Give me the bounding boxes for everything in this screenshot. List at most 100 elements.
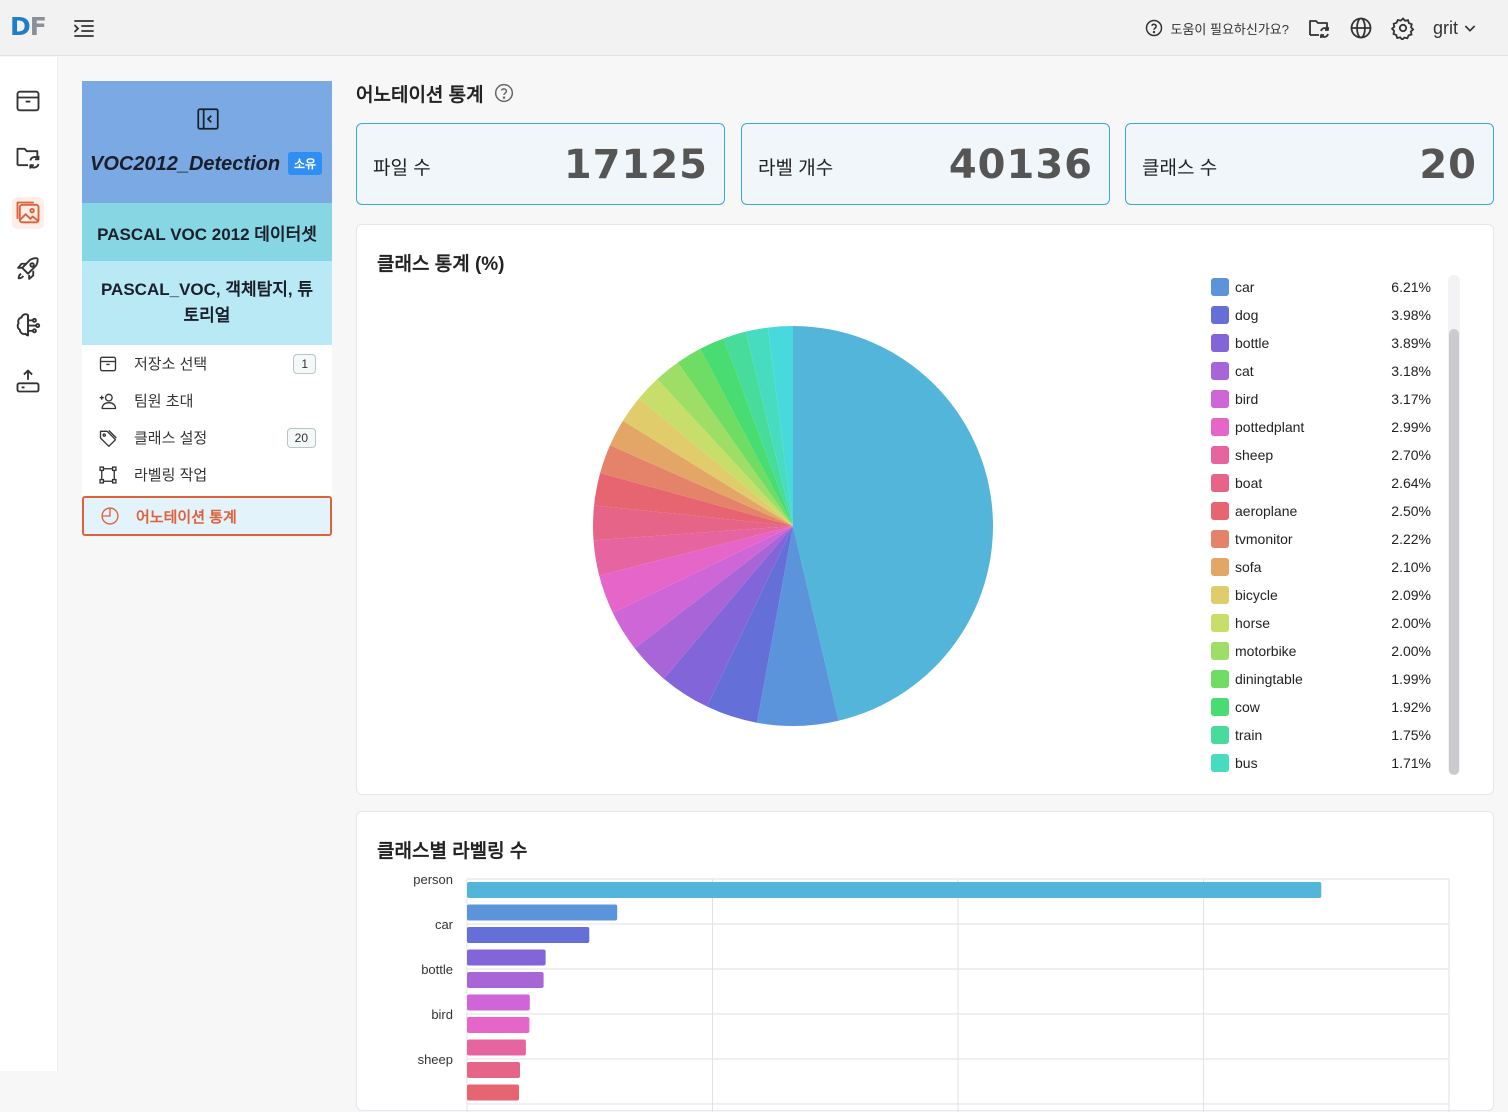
nav-folder-sync-icon[interactable] xyxy=(12,141,44,173)
legend-item-train[interactable]: train 1.75% xyxy=(1211,721,1447,749)
menu-item-stats[interactable]: 어노테이션 통계 xyxy=(82,496,332,536)
legend-percent: 3.89% xyxy=(1391,335,1431,351)
nav-archive-icon[interactable] xyxy=(12,85,44,117)
legend-label: bottle xyxy=(1235,335,1270,351)
bar-bird[interactable] xyxy=(467,1017,530,1033)
bar-row-9[interactable] xyxy=(467,1084,519,1101)
nav-upload-icon[interactable] xyxy=(12,365,44,397)
user-plus-icon xyxy=(99,393,117,409)
nav-images-icon[interactable] xyxy=(12,197,44,229)
legend-item-cat[interactable]: cat 3.18% xyxy=(1211,357,1447,385)
legend-item-horse[interactable]: horse 2.00% xyxy=(1211,609,1447,637)
legend-label: diningtable xyxy=(1235,671,1303,687)
labels-label: 라벨 개수 xyxy=(758,158,834,179)
legend-label: sheep xyxy=(1235,447,1274,463)
legend-label: car xyxy=(1235,279,1255,295)
legend-swatch xyxy=(1211,306,1229,324)
legend-percent: 2.99% xyxy=(1391,419,1431,435)
legend-item-car[interactable]: car 6.21% xyxy=(1211,273,1447,301)
menu-item-invite[interactable]: 팀원 초대 xyxy=(82,382,332,419)
labels-value: 40136 xyxy=(948,142,1093,188)
nav-brain-icon[interactable] xyxy=(12,309,44,341)
left-nav xyxy=(0,57,58,1071)
legend-scrollbar[interactable] xyxy=(1449,329,1459,775)
legend-swatch xyxy=(1211,586,1229,604)
dataset-header: VOC2012_Detection 소유 xyxy=(82,81,332,203)
y-tick-label: bird xyxy=(431,1007,453,1022)
legend-item-motorbike[interactable]: motorbike 2.00% xyxy=(1211,637,1447,665)
legend-item-boat[interactable]: boat 2.64% xyxy=(1211,469,1447,497)
dataset-title: PASCAL VOC 2012 데이터셋 xyxy=(82,203,332,261)
legend-item-bird[interactable]: bird 3.17% xyxy=(1211,385,1447,413)
panel-collapse-icon[interactable] xyxy=(195,106,221,132)
help-text: 도움이 필요하신가요? xyxy=(1170,21,1289,37)
user-menu[interactable]: grit xyxy=(1433,18,1478,39)
bar-row-7[interactable] xyxy=(467,1039,526,1056)
summary-cards: 파일 수 17125 라벨 개수 40136 클래스 수 20 xyxy=(356,123,1494,205)
bar-bottle[interactable] xyxy=(467,972,544,988)
gear-icon[interactable] xyxy=(1390,16,1415,41)
bar-row-3[interactable] xyxy=(467,949,546,966)
legend-swatch xyxy=(1211,530,1229,548)
logo-letter-f: F xyxy=(29,12,47,41)
legend-percent: 3.18% xyxy=(1391,363,1431,379)
class-stats-panel: 클래스 통계 (%) car 6.21% dog 3.98% bottle 3.89% ca… xyxy=(356,224,1494,795)
legend-percent: 1.99% xyxy=(1391,671,1431,687)
legend-item-tvmonitor[interactable]: tvmonitor 2.22% xyxy=(1211,525,1447,553)
bar-sheep[interactable] xyxy=(467,1062,520,1078)
legend-label: sofa xyxy=(1235,559,1262,575)
bar-chart-title: 클래스별 라벨링 수 xyxy=(377,841,528,862)
legend-percent: 2.50% xyxy=(1391,503,1431,519)
menu-item-storage[interactable]: 저장소 선택 1 xyxy=(82,345,332,382)
bar-car[interactable] xyxy=(467,927,590,943)
legend-percent: 3.98% xyxy=(1391,307,1431,323)
legend-item-diningtable[interactable]: diningtable 1.99% xyxy=(1211,665,1447,693)
legend-swatch xyxy=(1211,614,1229,632)
legend-percent: 3.17% xyxy=(1391,391,1431,407)
bar-row-5[interactable] xyxy=(467,994,530,1011)
page-title-text: 어노테이션 통계 xyxy=(356,84,484,106)
legend-item-dog[interactable]: dog 3.98% xyxy=(1211,301,1447,329)
legend-swatch xyxy=(1211,558,1229,576)
legend-label: bicycle xyxy=(1235,587,1278,603)
classes-card: 클래스 수 20 xyxy=(1125,123,1494,205)
legend-label: cat xyxy=(1235,363,1254,379)
legend-item-sheep[interactable]: sheep 2.70% xyxy=(1211,441,1447,469)
legend-item-pottedplant[interactable]: pottedplant 2.99% xyxy=(1211,413,1447,441)
menu-item-labeling[interactable]: 라벨링 작업 xyxy=(82,456,332,493)
legend-label: horse xyxy=(1235,615,1271,631)
top-bar: DF 도움이 필요하신가요? grit xyxy=(0,0,1508,56)
legend-percent: 2.00% xyxy=(1391,615,1431,631)
legend-item-bus[interactable]: bus 1.71% xyxy=(1211,749,1447,777)
classes-count-badge: 20 xyxy=(286,427,316,448)
storage-count-badge: 1 xyxy=(293,353,316,374)
legend-item-sofa[interactable]: sofa 2.10% xyxy=(1211,553,1447,581)
legend-item-aeroplane[interactable]: aeroplane 2.50% xyxy=(1211,497,1447,525)
help-circle-icon[interactable] xyxy=(494,83,514,103)
legend-label: bird xyxy=(1235,391,1259,407)
legend-item-cow[interactable]: cow 1.92% xyxy=(1211,693,1447,721)
bar-person[interactable] xyxy=(467,882,1322,898)
menu-item-classes[interactable]: 클래스 설정 20 xyxy=(82,419,332,456)
dataset-panel: VOC2012_Detection 소유 PASCAL VOC 2012 데이터… xyxy=(82,81,332,536)
app-logo[interactable]: DF xyxy=(10,12,47,41)
nav-rocket-icon[interactable] xyxy=(12,253,44,285)
class-label-count-panel: 클래스별 라벨링 수 person car bottle bird sheep xyxy=(356,811,1494,1112)
folder-sync-icon[interactable] xyxy=(1307,16,1331,40)
globe-icon[interactable] xyxy=(1349,16,1373,40)
bar-row-1[interactable] xyxy=(467,904,618,921)
legend-label: bus xyxy=(1235,755,1258,771)
classes-label: 클래스 수 xyxy=(1142,158,1218,179)
dataset-tags: PASCAL_VOC, 객체탐지, 튜토리얼 xyxy=(82,261,332,345)
legend-item-bicycle[interactable]: bicycle 2.09% xyxy=(1211,581,1447,609)
legend-percent: 1.92% xyxy=(1391,699,1431,715)
legend-percent: 2.70% xyxy=(1391,447,1431,463)
legend-percent: 2.00% xyxy=(1391,643,1431,659)
legend-swatch xyxy=(1211,446,1229,464)
legend-percent: 2.09% xyxy=(1391,587,1431,603)
legend-item-bottle[interactable]: bottle 3.89% xyxy=(1211,329,1447,357)
help-link[interactable]: 도움이 필요하신가요? xyxy=(1145,19,1289,38)
menu-toggle-icon[interactable] xyxy=(72,16,96,40)
bar-chart: person car bottle bird sheep xyxy=(413,872,1450,1112)
legend-swatch xyxy=(1211,670,1229,688)
